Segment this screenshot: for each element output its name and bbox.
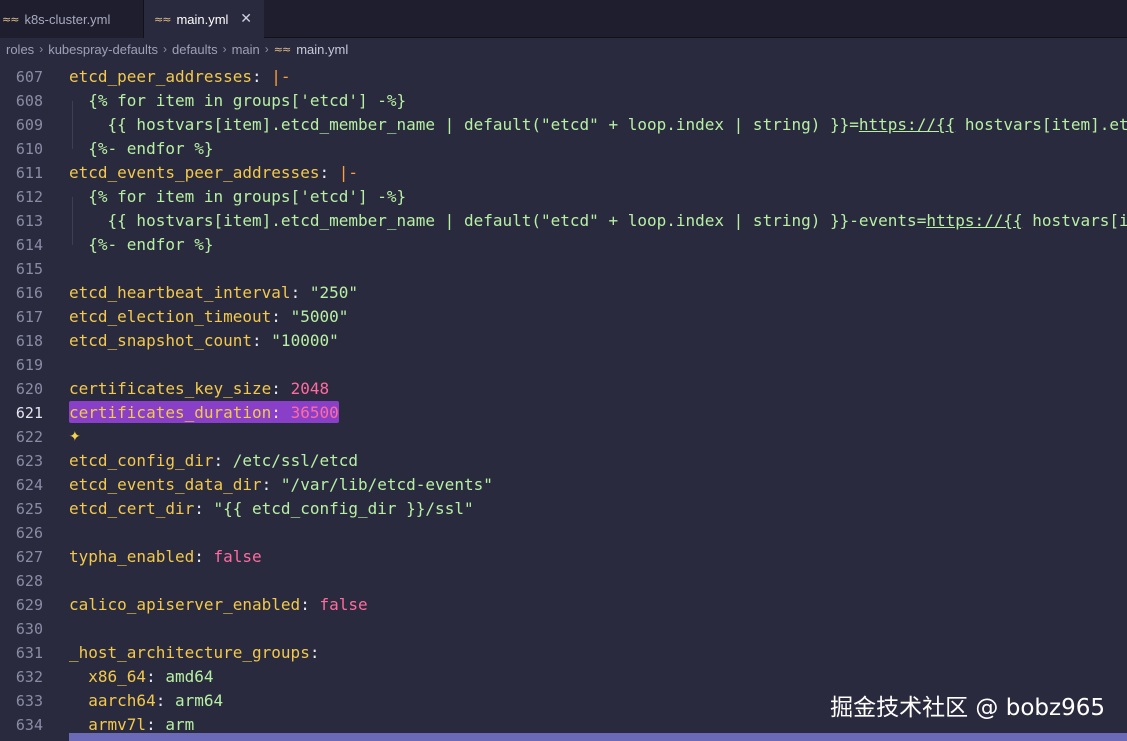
- code-text: typha_enabled: false: [69, 547, 262, 566]
- code-text: etcd_election_timeout: "5000": [69, 307, 349, 326]
- code-line[interactable]: 624 etcd_events_data_dir: "/var/lib/etcd-…: [0, 473, 1127, 497]
- code-text: etcd_events_data_dir: "/var/lib/etcd-eve…: [69, 475, 493, 494]
- chevron-right-icon: ›: [39, 42, 44, 56]
- code-text: etcd_snapshot_count: "10000": [69, 331, 339, 350]
- line-number: 617: [15, 308, 43, 326]
- code-text: armv7l: arm: [88, 715, 195, 733]
- line-number: 613: [15, 212, 43, 230]
- close-icon[interactable]: ✕: [240, 11, 252, 27]
- line-number: 612: [15, 188, 43, 206]
- code-text: etcd_heartbeat_interval: "250": [69, 283, 358, 302]
- tab-k8s-cluster[interactable]: ≈≈ k8s-cluster.yml: [0, 0, 144, 38]
- chevron-right-icon: ›: [264, 42, 269, 56]
- line-number: 610: [15, 140, 43, 158]
- code-text: certificates_duration: 36500: [69, 403, 339, 422]
- breadcrumb-main[interactable]: main: [232, 42, 260, 57]
- code-line[interactable]: 614 {%- endfor %}: [0, 233, 1127, 257]
- breadcrumb-main-yml[interactable]: main.yml: [296, 42, 348, 57]
- line-number: 631: [15, 644, 43, 662]
- code-line[interactable]: 623 etcd_config_dir: /etc/ssl/etcd: [0, 449, 1127, 473]
- line-number: 621: [15, 404, 43, 422]
- code-line[interactable]: 630: [0, 617, 1127, 641]
- code-line[interactable]: 625 etcd_cert_dir: "{{ etcd_config_dir }}…: [0, 497, 1127, 521]
- line-number: 626: [15, 524, 43, 542]
- code-line[interactable]: 622: [0, 425, 1127, 449]
- code-editor[interactable]: ✦ 607 etcd_peer_addresses: |- 608 {% for i…: [0, 65, 1127, 733]
- code-line[interactable]: 612 {% for item in groups['etcd'] -%}: [0, 185, 1127, 209]
- line-number: 620: [15, 380, 43, 398]
- code-line[interactable]: 627 typha_enabled: false: [0, 545, 1127, 569]
- code-line[interactable]: 611 etcd_events_peer_addresses: |-: [0, 161, 1127, 185]
- breadcrumb-kubespray-defaults[interactable]: kubespray-defaults: [48, 42, 158, 57]
- yaml-file-icon: ≈≈: [273, 42, 291, 56]
- tab-main-yml[interactable]: ≈≈ main.yml ✕: [144, 0, 264, 38]
- code-text: {%- endfor %}: [88, 235, 214, 254]
- code-line[interactable]: 629 calico_apiserver_enabled: false: [0, 593, 1127, 617]
- code-text: _host_architecture_groups:: [69, 643, 320, 662]
- code-text: etcd_events_peer_addresses: |-: [69, 163, 358, 182]
- code-text: {% for item in groups['etcd'] -%}: [88, 187, 407, 206]
- line-number: 618: [15, 332, 43, 350]
- yaml-file-icon: ≈≈: [2, 12, 19, 26]
- line-number: 633: [15, 692, 43, 710]
- line-number: 624: [15, 476, 43, 494]
- line-number: 634: [15, 716, 43, 733]
- line-number: 632: [15, 668, 43, 686]
- code-line[interactable]: 616 etcd_heartbeat_interval: "250": [0, 281, 1127, 305]
- code-text: x86_64: amd64: [88, 667, 214, 686]
- code-line[interactable]: 631 _host_architecture_groups:: [0, 641, 1127, 665]
- code-text: certificates_key_size: 2048: [69, 379, 330, 398]
- code-line[interactable]: 610 {%- endfor %}: [0, 137, 1127, 161]
- line-number: 616: [15, 284, 43, 302]
- code-line[interactable]: 615: [0, 257, 1127, 281]
- line-number: 630: [15, 620, 43, 638]
- chevron-right-icon: ›: [222, 42, 227, 56]
- breadcrumb-roles[interactable]: roles: [6, 42, 34, 57]
- tab-bar: ≈≈ k8s-cluster.yml ≈≈ main.yml ✕: [0, 0, 1127, 38]
- code-line[interactable]: 628: [0, 569, 1127, 593]
- code-text: aarch64: arm64: [88, 691, 224, 710]
- tab-label: k8s-cluster.yml: [24, 11, 111, 27]
- code-line[interactable]: 620 certificates_key_size: 2048: [0, 377, 1127, 401]
- line-number: 629: [15, 596, 43, 614]
- code-line[interactable]: 607 etcd_peer_addresses: |-: [0, 65, 1127, 89]
- code-line[interactable]: 619: [0, 353, 1127, 377]
- line-number: 607: [15, 68, 43, 86]
- line-number: 623: [15, 452, 43, 470]
- line-number: 622: [15, 428, 43, 446]
- line-number: 627: [15, 548, 43, 566]
- line-number: 628: [15, 572, 43, 590]
- code-line[interactable]: 609 {{ hostvars[item].etcd_member_name |…: [0, 113, 1127, 137]
- line-number: 608: [15, 92, 43, 110]
- code-line[interactable]: 621 certificates_duration: 36500: [0, 401, 1127, 425]
- code-text: etcd_config_dir: /etc/ssl/etcd: [69, 451, 358, 470]
- code-text: {%- endfor %}: [88, 139, 214, 158]
- code-line[interactable]: 618 etcd_snapshot_count: "10000": [0, 329, 1127, 353]
- line-number: 611: [15, 164, 43, 182]
- code-line[interactable]: 632 x86_64: amd64: [0, 665, 1127, 689]
- line-number: 609: [15, 116, 43, 134]
- yaml-file-icon: ≈≈: [154, 12, 171, 26]
- tab-label: main.yml: [176, 11, 229, 27]
- code-text: calico_apiserver_enabled: false: [69, 595, 368, 614]
- code-line[interactable]: 608 {% for item in groups['etcd'] -%}: [0, 89, 1127, 113]
- code-text: etcd_cert_dir: "{{ etcd_config_dir }}/ss…: [69, 499, 474, 518]
- code-line[interactable]: 626: [0, 521, 1127, 545]
- code-line[interactable]: 613 {{ hostvars[item].etcd_member_name |…: [0, 209, 1127, 233]
- horizontal-scrollbar[interactable]: [69, 733, 1127, 741]
- code-text: {{ hostvars[item].etcd_member_name | def…: [107, 115, 1127, 134]
- watermark: 掘金技术社区 @ bobz965: [830, 695, 1105, 721]
- breadcrumb-defaults[interactable]: defaults: [172, 42, 218, 57]
- breadcrumb: roles › kubespray-defaults › defaults › …: [0, 38, 1127, 60]
- chevron-right-icon: ›: [163, 42, 168, 56]
- code-line[interactable]: 617 etcd_election_timeout: "5000": [0, 305, 1127, 329]
- code-text: {% for item in groups['etcd'] -%}: [88, 91, 407, 110]
- line-number: 619: [15, 356, 43, 374]
- code-text: {{ hostvars[item].etcd_member_name | def…: [107, 211, 1127, 230]
- line-number: 625: [15, 500, 43, 518]
- line-number: 615: [15, 260, 43, 278]
- line-number: 614: [15, 236, 43, 254]
- code-text: etcd_peer_addresses: |-: [69, 67, 291, 86]
